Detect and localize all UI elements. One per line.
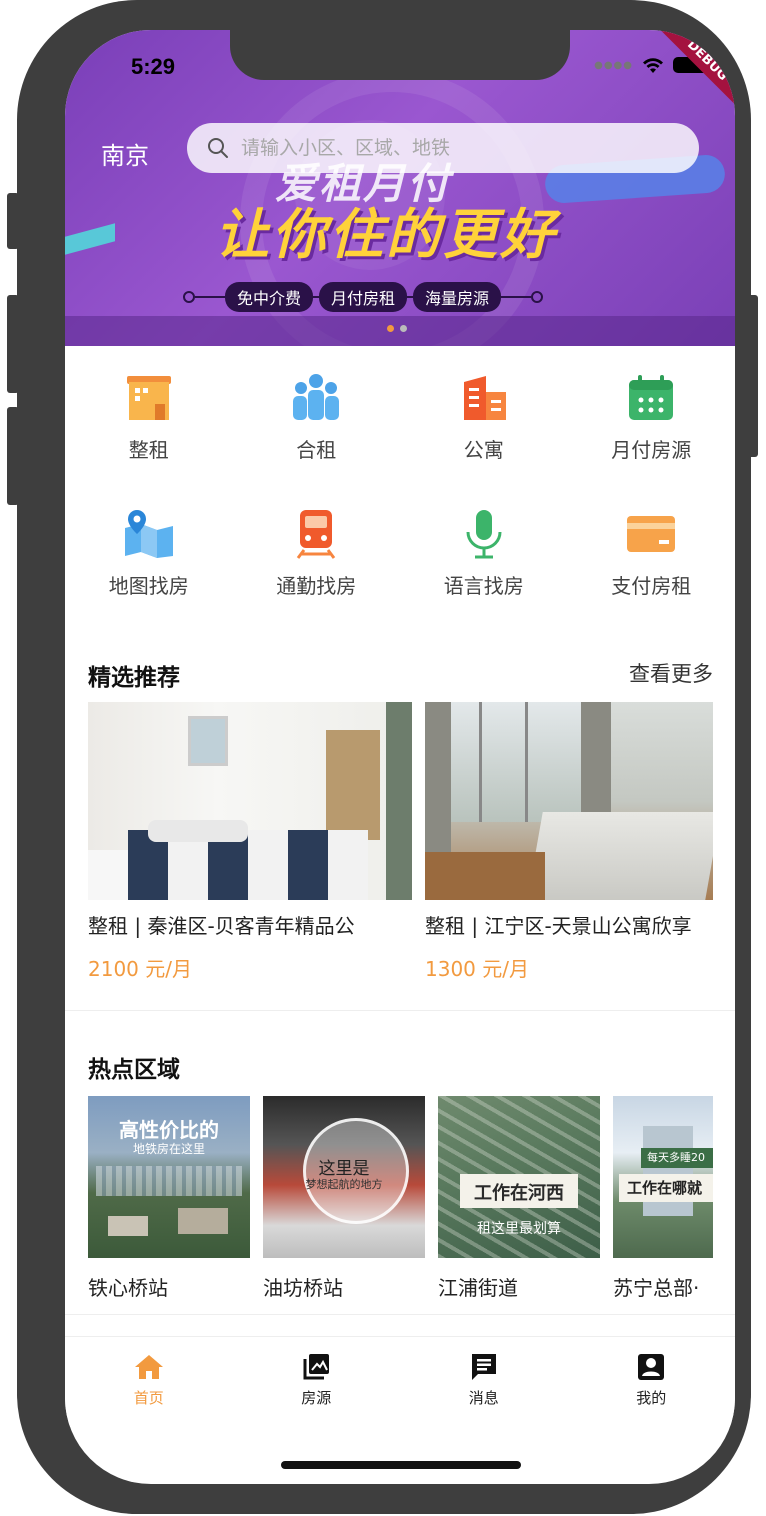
apartment-icon [463, 376, 506, 420]
listing-title: 整租 | 江宁区-天景山公寓欣享 [425, 914, 692, 938]
listing-price: 2100 元/月 [88, 957, 192, 981]
search-bar[interactable] [187, 123, 699, 173]
message-icon [471, 1354, 496, 1380]
listing-price: 1300 元/月 [425, 957, 529, 981]
category-menu: 整租 合租 公寓 月付房源 地图找房 通勤找房 语言找房 支付房租 [65, 356, 735, 628]
microphone-icon [466, 510, 502, 559]
phone-frame: 5:29 ●●●● DEBUG 爱租月付 让你住的更好 免中介费 月付房租 海量… [17, 0, 751, 1514]
search-input[interactable] [239, 136, 683, 160]
city-selector[interactable]: 南京 [101, 136, 149, 171]
photo-library-icon [303, 1354, 330, 1380]
area-label: 铁心桥站 [88, 1276, 168, 1300]
area-photo: 每天多睡20 工作在哪就 [613, 1096, 713, 1258]
menu-label: 地图找房 [108, 574, 189, 598]
hot-area-title: 热点区域 [88, 1057, 180, 1083]
tab-label: 我的 [636, 1389, 667, 1407]
area-photo: 高性价比的 地铁房在这里 [88, 1096, 250, 1258]
menu-label: 整租 [128, 438, 169, 462]
hot-area-card[interactable]: 这里是 梦想起航的地方 油坊桥站 [263, 1096, 425, 1301]
tab-label: 首页 [133, 1389, 164, 1407]
menu-label: 合租 [296, 438, 337, 462]
search-icon [208, 138, 228, 158]
wifi-icon [643, 58, 663, 73]
menu-item-map-search[interactable]: 地图找房 [65, 492, 233, 628]
recommend-card[interactable]: 整租 | 江宁区-天景山公寓欣享 1300 元/月 [425, 702, 713, 982]
recommend-title: 精选推荐 [88, 665, 180, 691]
train-icon [297, 510, 336, 559]
banner-tags: 免中介费 月付房租 海量房源 [183, 282, 544, 312]
tab-messages[interactable]: 消息 [400, 1337, 568, 1427]
building-icon [126, 376, 171, 420]
area-caption-main: 工作在河西 [474, 1183, 564, 1204]
menu-item-voice-search[interactable]: 语言找房 [400, 492, 568, 628]
menu-label: 通勤找房 [276, 574, 357, 598]
area-photo: 工作在河西 租这里最划算 [438, 1096, 600, 1258]
recommend-card[interactable]: 整租 | 秦淮区-贝客青年精品公 2100 元/月 [88, 702, 412, 982]
menu-item-shared-rent[interactable]: 合租 [233, 356, 401, 492]
area-label: 苏宁总部· [613, 1276, 700, 1300]
notch [230, 30, 570, 80]
area-caption-main: 工作在哪就 [619, 1174, 713, 1202]
tab-label: 消息 [468, 1389, 499, 1407]
menu-label: 支付房租 [611, 574, 692, 598]
area-label: 油坊桥站 [263, 1276, 343, 1300]
tab-profile[interactable]: 我的 [568, 1337, 736, 1427]
menu-item-commute-search[interactable]: 通勤找房 [233, 492, 401, 628]
menu-item-apartment[interactable]: 公寓 [400, 356, 568, 492]
banner-decor-ribbon [65, 223, 115, 255]
section-divider [65, 1010, 735, 1011]
menu-label: 月付房源 [611, 438, 692, 462]
signal-icon: ●●●● [594, 59, 633, 71]
tab-listings[interactable]: 房源 [233, 1337, 401, 1427]
hot-area-card[interactable]: 工作在河西 租这里最划算 江浦街道 [438, 1096, 600, 1301]
menu-item-whole-rent[interactable]: 整租 [65, 356, 233, 492]
menu-item-monthly[interactable]: 月付房源 [568, 356, 736, 492]
area-label: 江浦街道 [438, 1276, 518, 1300]
menu-item-pay-rent[interactable]: 支付房租 [568, 492, 736, 628]
phone-screen: 5:29 ●●●● DEBUG 爱租月付 让你住的更好 免中介费 月付房租 海量… [65, 30, 735, 1484]
card-icon [627, 516, 676, 552]
menu-label: 公寓 [463, 438, 504, 462]
carousel-dot[interactable] [387, 325, 394, 332]
home-icon [134, 1355, 163, 1379]
bottom-tab-bar: 首页 房源 消息 我的 [65, 1336, 735, 1427]
calendar-icon [629, 375, 674, 420]
hot-area-card[interactable]: 高性价比的 地铁房在这里 铁心桥站 [88, 1096, 250, 1301]
banner-slogan-line2: 让你住的更好 [215, 203, 557, 266]
area-caption-sub: 每天多睡20 [641, 1148, 713, 1168]
area-caption-sub: 梦想起航的地方 [305, 1178, 383, 1191]
area-caption-sub: 租这里最划算 [477, 1221, 561, 1237]
menu-label: 语言找房 [443, 574, 524, 598]
banner-tag: 免中介费 [225, 282, 314, 312]
area-caption-main: 高性价比的 [119, 1118, 219, 1142]
banner-tag: 海量房源 [413, 282, 502, 312]
people-icon [293, 374, 340, 420]
tab-home[interactable]: 首页 [65, 1337, 233, 1427]
room-photo [425, 702, 713, 900]
carousel-indicator [387, 325, 407, 332]
area-photo: 这里是 梦想起航的地方 [263, 1096, 425, 1258]
account-icon [638, 1354, 665, 1380]
map-icon [124, 510, 173, 558]
room-photo [88, 702, 412, 900]
view-more-link[interactable]: 查看更多 [629, 658, 713, 688]
banner-tag: 月付房租 [319, 282, 408, 312]
listing-title: 整租 | 秦淮区-贝客青年精品公 [88, 914, 355, 938]
home-indicator[interactable] [281, 1461, 521, 1469]
carousel-dot[interactable] [400, 325, 407, 332]
area-caption-sub: 地铁房在这里 [132, 1142, 205, 1156]
tab-label: 房源 [301, 1389, 332, 1407]
section-divider [65, 1314, 735, 1315]
hot-area-card[interactable]: 每天多睡20 工作在哪就 苏宁总部· [613, 1096, 713, 1301]
status-time: 5:29 [131, 54, 176, 79]
